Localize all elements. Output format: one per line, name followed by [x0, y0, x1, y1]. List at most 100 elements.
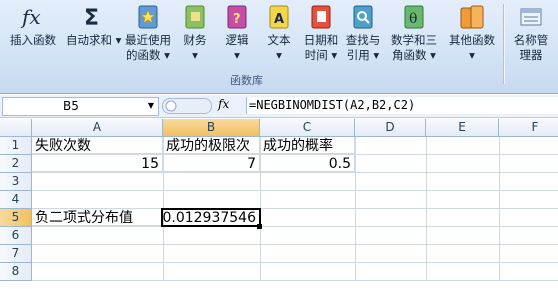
date-book-icon: [311, 5, 331, 29]
grid-cell[interactable]: [499, 173, 558, 191]
theta-book-icon: θ: [404, 5, 424, 29]
insert-function-fx-icon[interactable]: fx: [218, 97, 229, 111]
grid-cell[interactable]: [426, 137, 500, 155]
svg-text:Σ: Σ: [84, 6, 99, 31]
formula-input[interactable]: =NEGBINOMDIST(A2,B2,C2): [246, 97, 558, 114]
grid-cell[interactable]: [426, 155, 500, 173]
sigma-icon: Σ: [84, 6, 99, 31]
grid-cell[interactable]: [32, 173, 164, 191]
grid-cell[interactable]: [163, 245, 261, 263]
grid-cell[interactable]: [355, 191, 427, 209]
text-label: 文本 ▾: [267, 33, 291, 62]
row-header-3[interactable]: 3: [0, 173, 32, 191]
column-header-d[interactable]: D: [355, 119, 426, 137]
recent-functions-label: 最近使用的函数 ▾: [125, 33, 171, 62]
svg-text:θ: θ: [409, 11, 417, 27]
grid-cell[interactable]: [260, 209, 356, 227]
grid-cell[interactable]: [32, 191, 164, 209]
column-header-row: A B C D E F: [0, 119, 558, 137]
grid-cell[interactable]: [499, 227, 558, 245]
date-time-button[interactable]: 日期和时间 ▾: [300, 0, 342, 72]
grid-cell[interactable]: [32, 245, 164, 263]
text-button[interactable]: A 文本 ▾: [260, 0, 298, 72]
select-all-corner[interactable]: [0, 119, 32, 137]
grid-cell[interactable]: [260, 173, 356, 191]
grid-cell[interactable]: [355, 209, 427, 227]
grid-cell[interactable]: [260, 245, 356, 263]
name-box[interactable]: B5 ▼: [2, 97, 159, 116]
grid-cell[interactable]: [163, 191, 261, 209]
row-header-5[interactable]: 5: [0, 209, 32, 227]
financial-button[interactable]: 财务 ▾: [176, 0, 214, 72]
grid-cell[interactable]: [499, 191, 558, 209]
row-header-1[interactable]: 1: [0, 137, 32, 155]
cell-a5[interactable]: 负二项式分布值: [32, 209, 163, 226]
name-manager-icon: [520, 8, 542, 26]
column-header-c[interactable]: C: [260, 119, 355, 137]
svg-text:fx: fx: [20, 5, 41, 29]
fill-handle[interactable]: [257, 224, 262, 229]
logical-button[interactable]: ? 逻辑 ▾: [218, 0, 256, 72]
grid-cell[interactable]: [163, 173, 261, 191]
logic-book-icon: ?: [227, 5, 247, 29]
grid-cell[interactable]: [163, 263, 261, 281]
grid-cell[interactable]: [32, 263, 164, 281]
column-header-f[interactable]: F: [499, 119, 558, 137]
cell-a2[interactable]: 15: [32, 155, 163, 172]
grid-cell[interactable]: [499, 263, 558, 281]
grid-cell[interactable]: [260, 263, 356, 281]
cell-c2[interactable]: 0.5: [260, 155, 355, 172]
chevron-down-icon[interactable]: ▼: [148, 101, 154, 110]
insert-function-button[interactable]: fx 插入函数: [2, 0, 64, 72]
grid-cell[interactable]: [499, 137, 558, 155]
grid-cell[interactable]: [355, 137, 427, 155]
name-box-value: B5: [63, 99, 79, 113]
name-manager-label: 名称管理器: [513, 33, 549, 62]
cell-b1[interactable]: 成功的极限次: [163, 137, 260, 154]
cell-b2[interactable]: 7: [163, 155, 260, 172]
column-header-b[interactable]: B: [163, 119, 260, 137]
grid-cell[interactable]: [355, 263, 427, 281]
grid-cell[interactable]: [163, 227, 261, 245]
name-manager-button[interactable]: 名称管理器: [508, 0, 554, 72]
lookup-reference-label: 查找与引用 ▾: [345, 33, 381, 62]
formula-bar: B5 ▼ fx =NEGBINOMDIST(A2,B2,C2): [0, 95, 558, 118]
grid-cell[interactable]: [426, 209, 500, 227]
grid-cell[interactable]: [260, 191, 356, 209]
grid-cell[interactable]: [355, 173, 427, 191]
grid-cell[interactable]: [499, 209, 558, 227]
grid-cell[interactable]: [32, 227, 164, 245]
grid-cell[interactable]: [260, 227, 356, 245]
autosum-button[interactable]: Σ 自动求和 ▾: [66, 0, 121, 72]
row-header-2[interactable]: 2: [0, 155, 32, 173]
column-header-e[interactable]: E: [426, 119, 499, 137]
cell-b5-selected[interactable]: 0.012937546: [161, 208, 261, 227]
more-functions-button[interactable]: 其他函数 ▾: [444, 0, 500, 72]
row-header-4[interactable]: 4: [0, 191, 32, 209]
more-functions-label: 其他函数 ▾: [449, 33, 495, 62]
formula-bar-resize-handle[interactable]: [162, 98, 212, 114]
grid-cell[interactable]: [355, 227, 427, 245]
row-header-6[interactable]: 6: [0, 227, 32, 245]
recent-functions-button[interactable]: 最近使用的函数 ▾: [122, 0, 174, 72]
star-book-icon: [138, 5, 158, 29]
date-time-label: 日期和时间 ▾: [303, 33, 339, 62]
svg-text:A: A: [274, 12, 284, 27]
cell-a1[interactable]: 失败次数: [32, 137, 163, 154]
grid-cell[interactable]: [426, 191, 500, 209]
grid-cell[interactable]: [499, 155, 558, 173]
row-header-8[interactable]: 8: [0, 263, 32, 281]
grid-cell[interactable]: [355, 245, 427, 263]
grid-cell[interactable]: [426, 173, 500, 191]
grid-cell[interactable]: [426, 263, 500, 281]
grid-cell[interactable]: [426, 245, 500, 263]
grid-cell[interactable]: [355, 155, 427, 173]
math-trig-button[interactable]: θ 数学和三角函数 ▾: [386, 0, 442, 72]
grid-cell[interactable]: [426, 227, 500, 245]
finance-book-icon: [185, 5, 205, 29]
row-header-7[interactable]: 7: [0, 245, 32, 263]
cell-c1[interactable]: 成功的概率: [260, 137, 355, 154]
lookup-reference-button[interactable]: 查找与引用 ▾: [342, 0, 384, 72]
grid-cell[interactable]: [499, 245, 558, 263]
column-header-a[interactable]: A: [32, 119, 163, 137]
